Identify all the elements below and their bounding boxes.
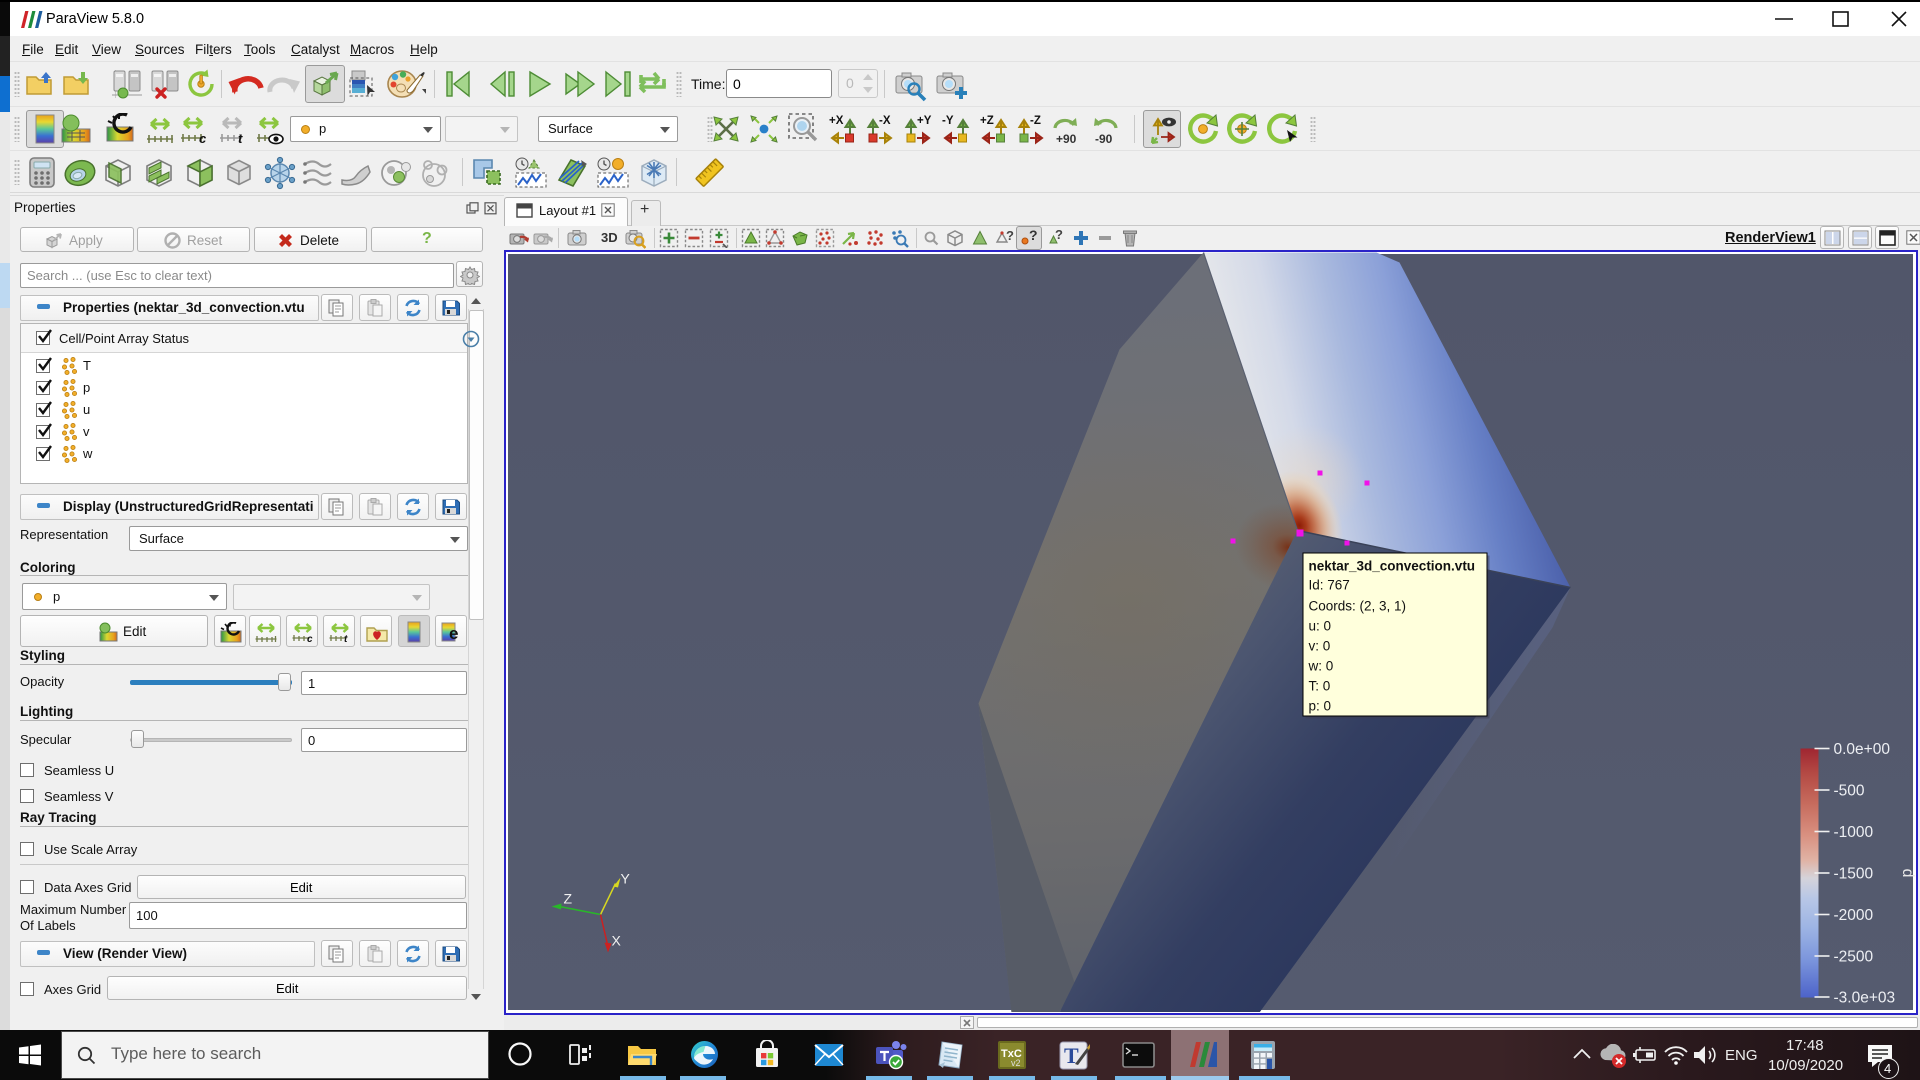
svg-text:u: 0: u: 0: [1309, 619, 1332, 634]
svg-text:Y: Y: [621, 871, 631, 887]
svg-text:v: 0: v: 0: [1309, 639, 1331, 654]
svg-text:e: e: [449, 624, 458, 642]
svg-text:-3.0e+03: -3.0e+03: [1834, 990, 1896, 1007]
svg-text:p: 0: p: 0: [1309, 699, 1332, 714]
svg-text:Id: 767: Id: 767: [1309, 578, 1350, 593]
svg-text:+X: +X: [829, 115, 844, 127]
svg-text:+90: +90: [1056, 132, 1077, 146]
svg-text:0.0e+00: 0.0e+00: [1834, 741, 1891, 758]
svg-text:c: c: [307, 634, 313, 642]
svg-text:-X: -X: [879, 115, 891, 127]
svg-text:v2: v2: [1011, 1058, 1021, 1068]
svg-text:-2500: -2500: [1834, 949, 1874, 966]
svg-text:+Y: +Y: [917, 115, 932, 127]
svg-text:t: t: [238, 131, 243, 145]
svg-text:-1500: -1500: [1834, 866, 1874, 883]
svg-text:X: X: [612, 933, 622, 949]
svg-text:w: 0: w: 0: [1308, 659, 1334, 674]
svg-text:Z: Z: [564, 891, 573, 907]
svg-text:T: 0: T: 0: [1309, 679, 1331, 694]
svg-text:p: p: [1899, 869, 1916, 878]
svg-text:+Z: +Z: [980, 115, 994, 127]
svg-text:?: ?: [1006, 228, 1014, 243]
svg-text:c: c: [199, 131, 207, 145]
svg-text:Coords: (2, 3, 1): Coords: (2, 3, 1): [1309, 599, 1407, 614]
svg-text:nektar_3d_convection.vtu: nektar_3d_convection.vtu: [1309, 559, 1476, 574]
svg-text:t: t: [344, 634, 348, 642]
svg-text:?: ?: [1029, 228, 1038, 243]
svg-text:-500: -500: [1834, 783, 1865, 800]
svg-text:?: ?: [1055, 228, 1063, 242]
svg-text:-2000: -2000: [1834, 907, 1874, 924]
svg-text:-90: -90: [1095, 132, 1113, 146]
svg-text:-1000: -1000: [1834, 824, 1874, 841]
svg-text:-Y: -Y: [942, 115, 954, 127]
svg-text:-Z: -Z: [1030, 115, 1041, 127]
